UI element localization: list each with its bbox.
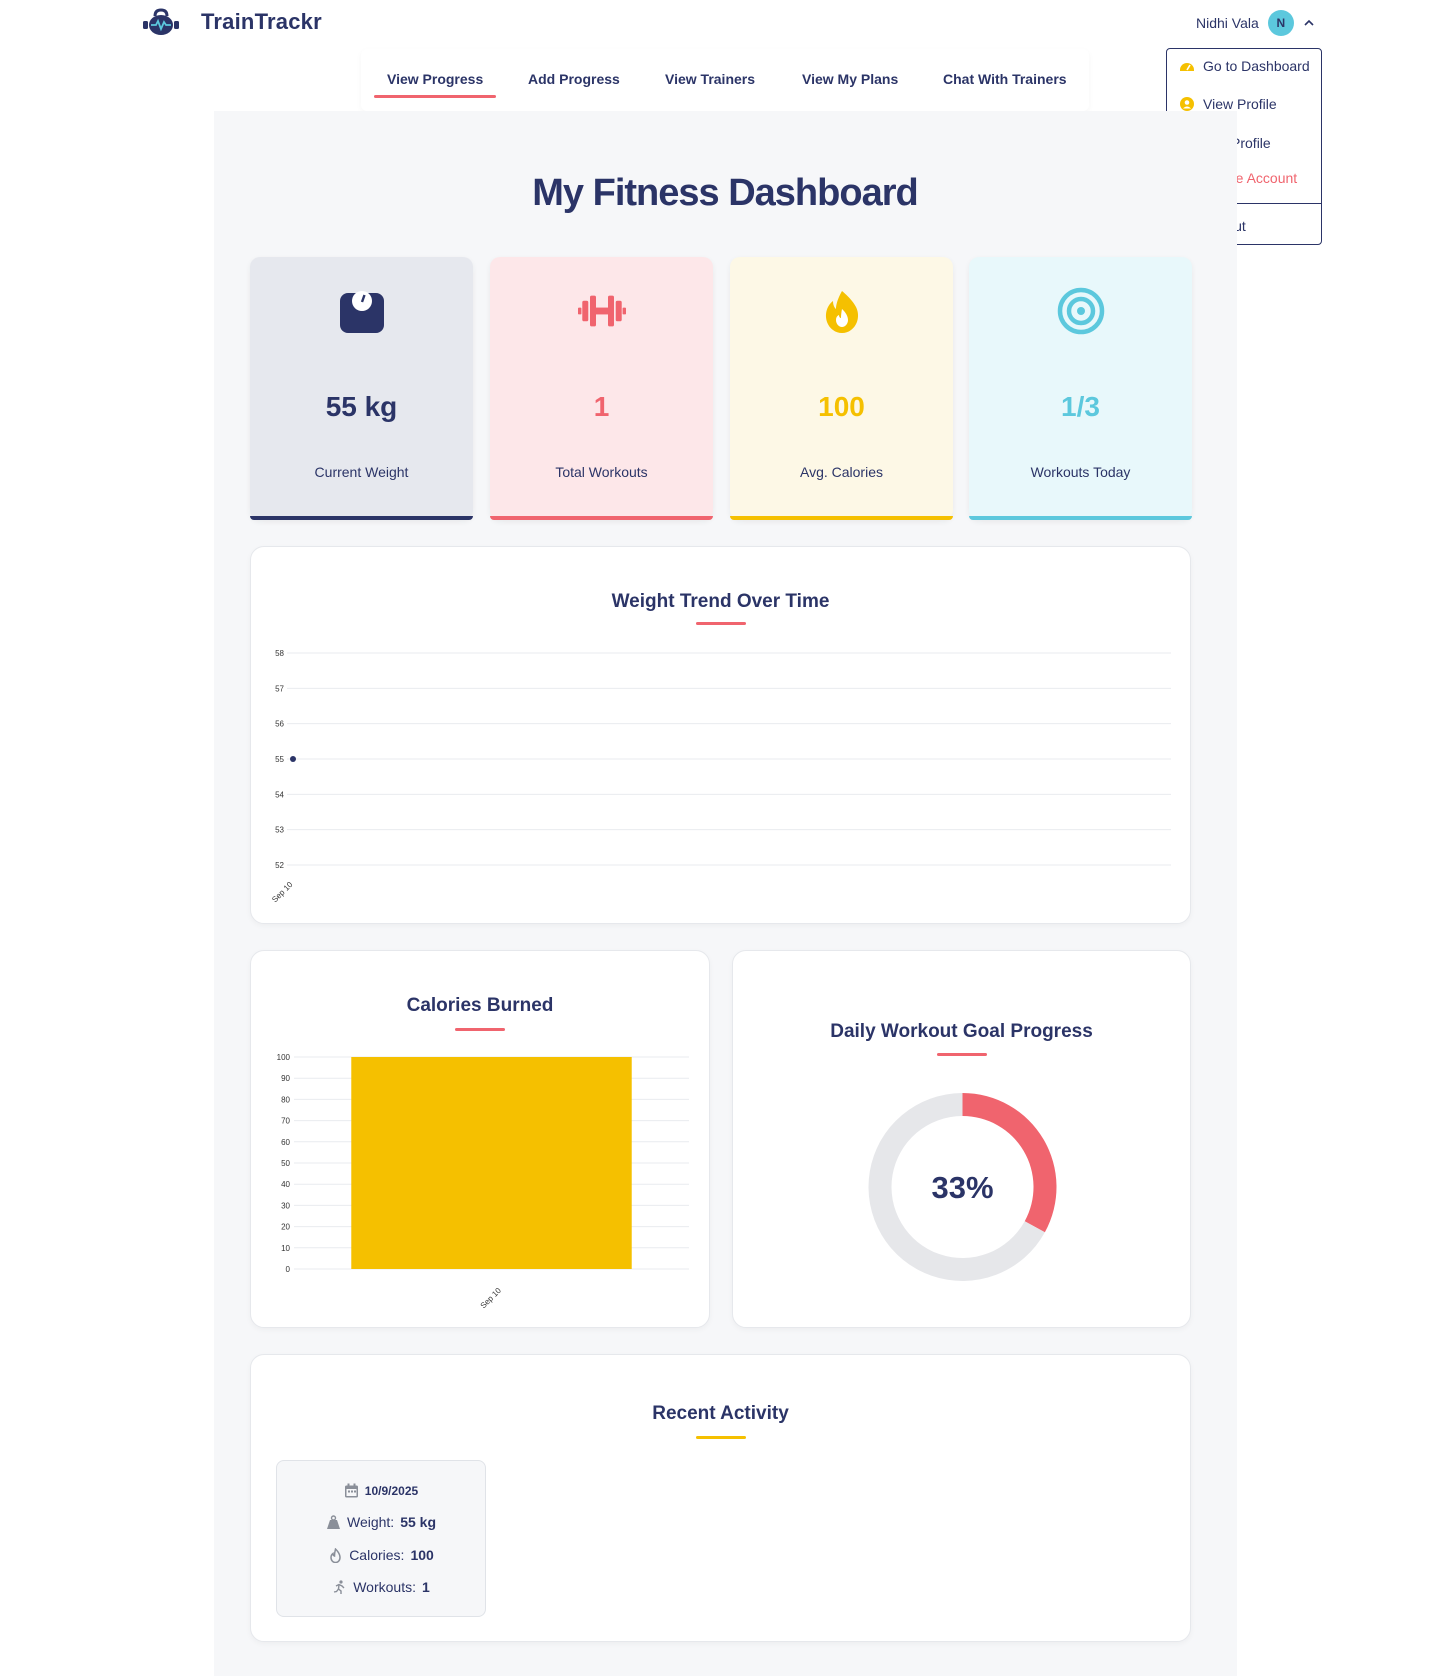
activity-calories-label: Calories: xyxy=(349,1547,405,1563)
user-circle-icon xyxy=(1180,97,1194,111)
y-tick-label: 53 xyxy=(275,826,284,835)
tab-add-progress[interactable]: Add Progress xyxy=(528,71,620,87)
stat-card-workouts-today: 1/3 Workouts Today xyxy=(969,257,1192,520)
stat-label: Workouts Today xyxy=(1030,464,1131,480)
stat-accent-bar xyxy=(490,516,713,520)
data-point xyxy=(290,756,296,762)
y-tick-label: 54 xyxy=(275,790,284,799)
avatar: N xyxy=(1267,10,1294,36)
activity-workouts-label: Workouts: xyxy=(353,1579,416,1595)
activity-workouts-value: 1 xyxy=(421,1579,430,1595)
stat-value: 100 xyxy=(818,391,865,422)
page-title: My Fitness Dashboard xyxy=(532,172,918,214)
stat-label: Current Weight xyxy=(314,464,409,480)
y-tick-label: 0 xyxy=(286,1265,291,1274)
y-tick-label: 30 xyxy=(281,1201,290,1210)
stat-label: Avg. Calories xyxy=(799,464,883,480)
tab-view-trainers[interactable]: View Trainers xyxy=(665,71,755,87)
stat-accent-bar xyxy=(730,516,953,520)
y-tick-label: 55 xyxy=(275,755,284,764)
y-tick-label: 90 xyxy=(281,1074,290,1083)
user-menu-toggle[interactable]: Nidhi Vala N xyxy=(1196,10,1315,36)
y-tick-label: 60 xyxy=(281,1138,290,1147)
stat-card-avg-calories: 100 Avg. Calories xyxy=(730,257,953,520)
activity-calories-value: 100 xyxy=(410,1547,434,1563)
activity-entry-card[interactable]: 10/9/2025 Weight: 55 kg Calories: 100 Wo… xyxy=(276,1460,486,1617)
y-tick-label: 40 xyxy=(281,1180,290,1189)
activity-weight-row: Weight: 55 kg xyxy=(277,1514,485,1530)
y-tick-label: 80 xyxy=(281,1095,290,1104)
x-tick-label: Sep 10 xyxy=(479,1286,504,1311)
stat-value: 55 kg xyxy=(325,391,398,422)
stat-label: Total Workouts xyxy=(555,464,648,480)
weight-trend-panel: Weight Trend Over Time 58 57 56 55 54 53 52 Sep… xyxy=(250,546,1191,924)
activity-date: 10/9/2025 xyxy=(364,1483,419,1498)
menu-item-view-profile[interactable]: View Profile xyxy=(1179,96,1277,112)
bar xyxy=(351,1057,632,1269)
stat-value: 1/3 xyxy=(1061,391,1100,422)
calories-panel: Calories Burned 100 90 80 70 60 50 40 30 20 10 0 Se… xyxy=(250,950,710,1328)
brand-name: TrainTrackr xyxy=(201,9,322,34)
kettlebell-logo-icon xyxy=(143,8,179,35)
running-icon xyxy=(334,1579,345,1594)
dumbbell-icon xyxy=(577,295,626,327)
donut-center-label: 33% xyxy=(931,1170,993,1205)
y-tick-label: 50 xyxy=(281,1159,290,1168)
tab-view-progress[interactable]: View Progress xyxy=(387,71,483,87)
activity-calories-row: Calories: 100 xyxy=(277,1547,485,1563)
y-tick-label: 70 xyxy=(281,1117,290,1126)
x-tick-label: Sep 10 xyxy=(270,880,295,905)
stat-accent-bar xyxy=(969,516,1192,520)
user-name: Nidhi Vala xyxy=(1196,15,1259,31)
activity-workouts-row: Workouts: 1 xyxy=(277,1579,485,1595)
stat-card-current-weight: 55 kg Current Weight xyxy=(250,257,473,520)
target-icon xyxy=(1057,287,1104,335)
stat-card-total-workouts: 1 Total Workouts xyxy=(490,257,713,520)
y-tick-label: 57 xyxy=(275,684,284,693)
fire-icon xyxy=(825,291,858,333)
brand[interactable]: TrainTrackr xyxy=(143,8,322,36)
stat-accent-bar xyxy=(250,516,473,520)
chevron-up-icon xyxy=(1304,19,1314,26)
y-tick-label: 10 xyxy=(281,1244,290,1253)
weight-icon xyxy=(326,1514,340,1529)
activity-date-row: 10/9/2025 xyxy=(277,1483,485,1498)
y-tick-label: 56 xyxy=(275,720,284,729)
tab-chat-with-trainers[interactable]: Chat With Trainers xyxy=(943,71,1067,87)
weight-scale-icon xyxy=(339,291,384,333)
y-tick-label: 20 xyxy=(281,1223,290,1232)
active-tab-indicator xyxy=(374,95,496,98)
y-tick-label: 100 xyxy=(277,1053,291,1062)
stat-value: 1 xyxy=(593,391,610,422)
panel-title: Recent Activity xyxy=(652,1403,789,1424)
goal-donut-chart: 33% xyxy=(868,1093,1057,1281)
calories-bar-chart: 1009080706050403020100Sep 10 xyxy=(277,1053,689,1311)
main-nav: View Progress Add Progress View Trainers… xyxy=(361,49,1089,111)
gauge-icon xyxy=(1180,63,1194,71)
weight-line-chart: 58 57 56 55 54 53 52 Sep 10 xyxy=(270,649,1171,905)
activity-weight-value: 55 kg xyxy=(400,1514,437,1530)
flame-icon xyxy=(330,1547,341,1563)
activity-weight-label: Weight: xyxy=(346,1514,395,1530)
menu-item-dashboard[interactable]: Go to Dashboard xyxy=(1179,58,1310,74)
title-underline xyxy=(695,1436,746,1439)
donut-slice-complete xyxy=(962,1093,1057,1233)
y-tick-label: 52 xyxy=(275,861,284,870)
calendar-icon xyxy=(344,1483,358,1498)
tab-view-my-plans[interactable]: View My Plans xyxy=(802,71,898,87)
goal-progress-panel: Daily Workout Goal Progress 33% xyxy=(732,950,1191,1328)
y-tick-label: 58 xyxy=(275,649,284,658)
